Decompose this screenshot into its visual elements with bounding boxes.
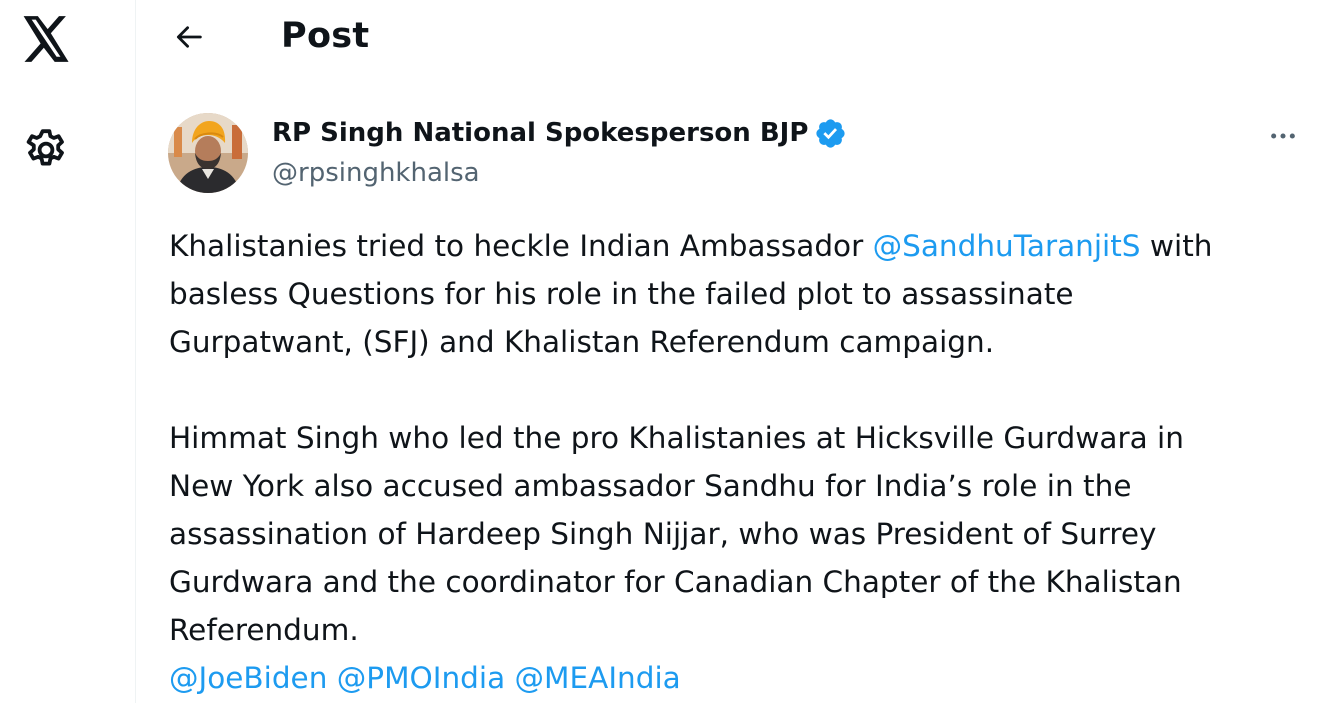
text-line: Himmat Singh who led the pro Khalistanie… <box>169 421 1184 455</box>
text-line: Khalistanies tried to heckle Indian Amba… <box>169 222 1299 270</box>
verified-badge-icon[interactable] <box>814 117 847 150</box>
text-line: Referendum. <box>169 613 359 647</box>
post-header: Post <box>137 0 1323 78</box>
mention-link[interactable]: @JoeBiden <box>169 661 327 695</box>
text-line: New York also accused ambassador Sandhu … <box>169 469 1132 503</box>
x-logo-icon[interactable] <box>19 14 73 64</box>
text-segment: Khalistanies tried to heckle Indian Amba… <box>169 229 873 263</box>
text-line: assassination of Hardeep Singh Nijjar, w… <box>169 517 1157 551</box>
arrow-left-icon[interactable] <box>167 15 211 59</box>
gear-icon[interactable] <box>20 124 72 176</box>
text-line: basless Questions for his role in the fa… <box>169 277 1074 311</box>
left-nav-rail <box>0 0 136 703</box>
mention-link[interactable]: @SandhuTaranjitS <box>873 229 1141 263</box>
mention-link[interactable]: @PMOIndia <box>337 661 505 695</box>
mention-link[interactable]: @MEAIndia <box>515 661 681 695</box>
avatar[interactable] <box>168 113 248 193</box>
mentions-line: @JoeBiden @PMOIndia @MEAIndia <box>169 654 1299 702</box>
text-segment: with <box>1140 229 1213 263</box>
more-horizontal-icon[interactable] <box>1261 114 1305 158</box>
text-line: Gurdwara and the coordinator for Canadia… <box>169 565 1182 599</box>
author-handle[interactable]: @rpsinghkhalsa <box>272 155 480 191</box>
post-text: Khalistanies tried to heckle Indian Amba… <box>169 222 1299 702</box>
page-title: Post <box>281 16 370 56</box>
text-line: Gurpatwant, (SFJ) and Khalistan Referend… <box>169 325 995 359</box>
app: Post RP Singh National Spokesperson BJP … <box>0 0 1323 703</box>
author-row: RP Singh National Spokesperson BJP <box>272 114 847 152</box>
author-name[interactable]: RP Singh National Spokesperson BJP <box>272 114 808 152</box>
